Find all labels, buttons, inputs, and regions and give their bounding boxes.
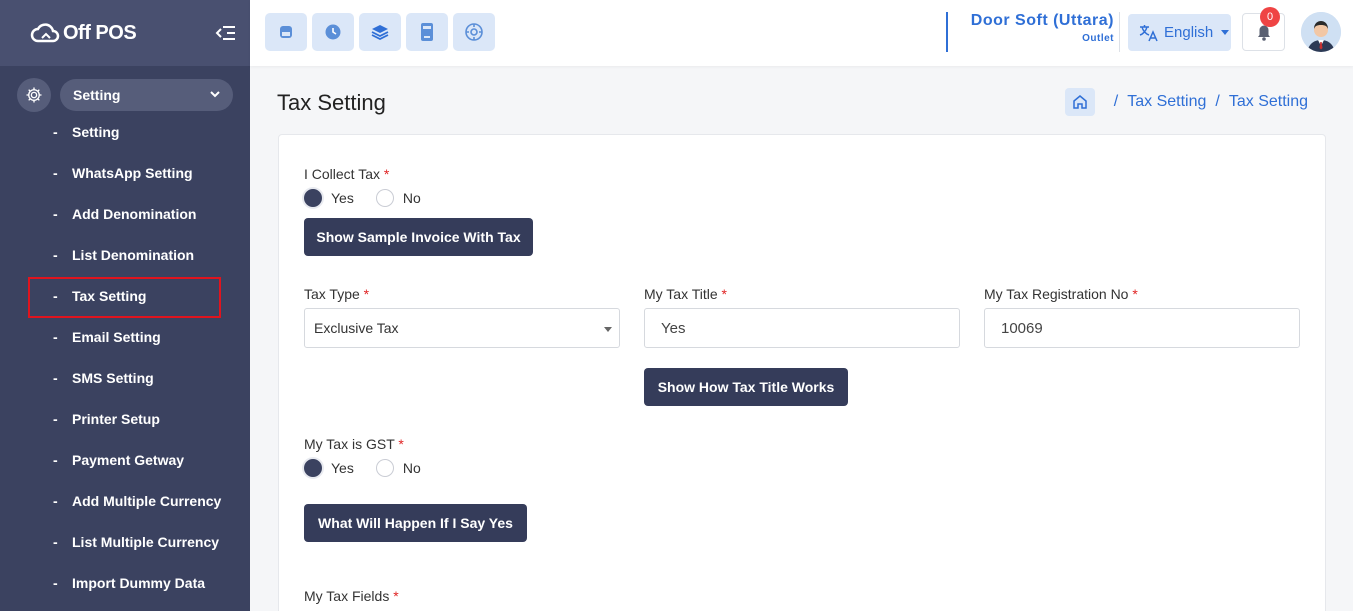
sidebar-item-import-dummy-data[interactable]: - Import Dummy Data [0,562,250,603]
breadcrumb-home[interactable] [1064,88,1095,116]
tax-type-value: Exclusive Tax [314,320,399,336]
sidebar-submenu: - Setting - WhatsApp Setting - Add Denomina… [0,111,250,603]
tax-title-input[interactable]: Yes [644,308,960,348]
sidebar-item-label: Add Denomination [72,205,197,222]
calculator-button[interactable] [406,13,448,51]
show-tax-title-works-button[interactable]: Show How Tax Title Works [644,368,848,406]
clock-button[interactable] [312,13,354,51]
sidebar-item-label: Printer Setup [72,410,160,427]
show-sample-invoice-button[interactable]: Show Sample Invoice With Tax [304,218,533,256]
sidebar-item-add-multiple-currency[interactable]: - Add Multiple Currency [0,480,250,521]
chevron-down-icon [210,91,220,98]
caret-down-icon [1221,30,1230,35]
collapse-menu-icon[interactable] [215,22,237,44]
tax-title-label: My Tax Title * [644,286,727,302]
breadcrumb: / Tax Setting / Tax Setting [1064,88,1308,116]
sidebar-item-label: Import Dummy Data [72,574,206,591]
language-label: English [1164,24,1214,41]
collect-tax-radio-group: Yes No [304,189,421,207]
gst-no-radio[interactable] [375,459,394,477]
breadcrumb-separator: / [1215,93,1220,110]
translate-icon [1139,24,1158,41]
breadcrumb-link[interactable]: Tax Setting [1127,93,1206,111]
sidebar-item-label: WhatsApp Setting [72,164,193,181]
sidebar-item-setting[interactable]: - Setting [0,111,250,152]
breadcrumb-current: Tax Setting [1228,93,1308,110]
collect-tax-yes-label: Yes [331,190,354,206]
dashboard-button[interactable] [453,13,495,51]
sidebar-item-label: List Multiple Currency [72,533,220,550]
tax-title-value: Yes [661,319,686,337]
sidebar-item-sms-setting[interactable]: - SMS Setting [0,357,250,398]
tax-registration-value: 10069 [1001,319,1043,337]
collect-tax-label: I Collect Tax * [304,166,390,182]
notification-count-badge: 0 [1260,7,1280,27]
sidebar-item-label: Setting [72,123,120,140]
sidebar-item-label: Email Setting [72,328,161,345]
brand-name: Off POS [63,21,137,44]
user-avatar[interactable] [1301,12,1341,52]
tax-type-select[interactable]: Exclusive Tax [304,308,620,348]
gst-no-label: No [402,460,421,476]
what-happens-if-yes-button[interactable]: What Will Happen If I Say Yes [304,504,527,542]
brand-logo[interactable]: Off POS [30,21,137,45]
sidebar-item-label: Payment Getway [72,451,185,468]
sidebar-item-label: SMS Setting [72,369,154,386]
dashboard-gauge-icon [465,23,483,41]
sidebar-item-list-multiple-currency[interactable]: - List Multiple Currency [0,521,250,562]
tax-type-label: Tax Type * [304,286,370,302]
pos-register-button[interactable] [265,13,307,51]
tax-registration-input[interactable]: 10069 [984,308,1300,348]
collect-tax-no-radio[interactable] [375,189,394,207]
topbar: Door Soft (Uttara) Outlet English 0 [250,0,1353,66]
menu-group-setting[interactable]: Setting [17,78,233,112]
tax-fields-label: My Tax Fields * [304,588,399,604]
cloud-logo-icon [30,23,60,43]
layers-button[interactable] [359,13,401,51]
tax-setting-form: I Collect Tax * Yes No Show Sample Invoi… [278,134,1326,611]
outlet-selector[interactable]: Door Soft (Uttara) Outlet [946,12,1114,52]
sidebar-item-tax-setting[interactable]: - Tax Setting [0,275,250,318]
menu-group-label: Setting [73,87,121,103]
language-dropdown[interactable]: English [1128,14,1231,51]
clock-icon [325,24,341,40]
gst-label: My Tax is GST * [304,436,404,452]
caret-down-icon [604,327,612,332]
breadcrumb-separator: / [1113,93,1119,110]
sidebar-item-payment-getway[interactable]: - Payment Getway [0,439,250,480]
pos-register-icon [280,26,292,38]
sidebar-item-email-setting[interactable]: - Email Setting [0,316,250,357]
layers-icon [371,25,389,41]
sidebar-item-list-denomination[interactable]: - List Denomination [0,234,250,275]
page-title: Tax Setting [277,90,386,115]
calculator-icon [421,23,433,41]
brand-bar: Off POS [0,0,250,66]
sidebar-item-add-denomination[interactable]: - Add Denomination [0,193,250,234]
gst-yes-label: Yes [331,460,354,476]
tax-registration-label: My Tax Registration No * [984,286,1138,302]
menu-group-toggle[interactable]: Setting [60,79,233,111]
sidebar-item-label: List Denomination [72,246,195,263]
sidebar: Off POS Setting - Setting - WhatsApp Setti… [0,0,250,611]
collect-tax-no-label: No [402,190,421,206]
sidebar-item-label: Tax Setting [72,287,147,304]
home-icon [1073,95,1087,109]
outlet-label: Outlet [1082,33,1114,44]
gst-yes-radio[interactable] [304,459,322,477]
sidebar-item-printer-setup[interactable]: - Printer Setup [0,398,250,439]
collect-tax-yes-radio[interactable] [304,189,322,207]
gst-radio-group: Yes No [304,459,421,477]
outlet-name: Door Soft (Uttara) [970,12,1114,29]
sidebar-item-label: Add Multiple Currency [72,492,222,509]
sidebar-item-whatsapp-setting[interactable]: - WhatsApp Setting [0,152,250,193]
gear-icon [17,78,51,112]
topbar-divider [1119,12,1120,52]
user-avatar-icon [1301,12,1341,52]
